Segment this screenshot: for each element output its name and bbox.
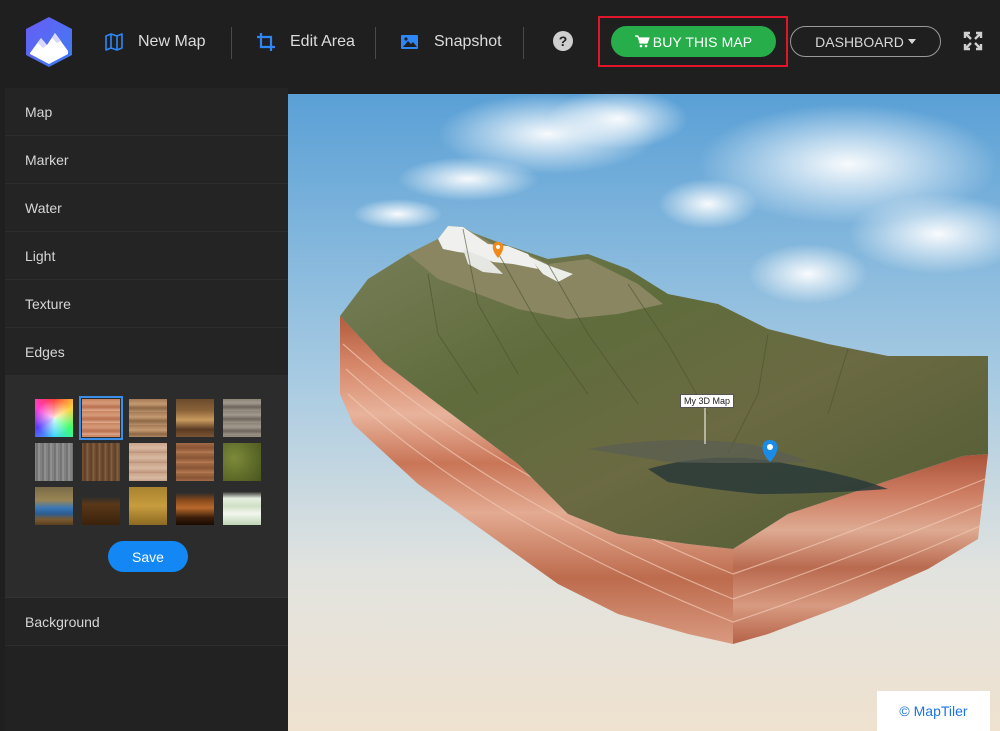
edge-swatch-bark-brown[interactable]	[82, 443, 120, 481]
edge-swatch-stone-gray[interactable]	[223, 399, 261, 437]
chevron-down-icon	[907, 39, 916, 44]
edge-swatch-clay-layered[interactable]	[79, 396, 123, 440]
edit-area-button[interactable]: Edit Area	[256, 28, 355, 56]
edge-swatch-rust-layered[interactable]	[176, 443, 214, 481]
edge-swatch-dark-soil[interactable]	[82, 487, 120, 525]
sidebar-item-label: Water	[25, 199, 62, 216]
sidebar-item-marker[interactable]: Marker	[5, 136, 288, 184]
expand-icon[interactable]	[963, 31, 983, 51]
edge-swatch-ocean-layered[interactable]	[35, 487, 73, 525]
sidebar-item-water[interactable]: Water	[5, 184, 288, 232]
edge-swatch-sandstone-light[interactable]	[129, 443, 167, 481]
map-icon	[104, 32, 124, 52]
sidebar-item-edges[interactable]: Edges	[5, 328, 288, 376]
sidebar-item-label: Edges	[25, 343, 65, 360]
snapshot-button[interactable]: Snapshot	[400, 28, 502, 56]
edge-swatch-rainbow[interactable]	[35, 399, 73, 437]
logo-icon[interactable]	[24, 16, 74, 68]
sidebar-item-label: Background	[25, 613, 100, 630]
edge-swatch-granite-gray[interactable]	[35, 443, 73, 481]
sidebar-item-texture[interactable]: Texture	[5, 280, 288, 328]
maptiler-attribution-link[interactable]: © MapTiler	[877, 691, 990, 731]
edge-swatch-ochre[interactable]	[129, 487, 167, 525]
question-circle-icon[interactable]: ?	[553, 31, 573, 51]
nav-divider	[375, 27, 376, 59]
sidebar-item-label: Light	[25, 247, 56, 264]
shopping-cart-icon	[634, 35, 650, 48]
edge-swatch-lava-layered[interactable]	[176, 487, 214, 525]
sidebar-item-label: Map	[25, 103, 53, 120]
save-button[interactable]: Save	[108, 541, 188, 572]
map-viewport[interactable]: My 3D Map © MapTiler	[288, 94, 1000, 731]
sidebar-item-label: Marker	[25, 151, 69, 168]
dashboard-dropdown[interactable]: DASHBOARD	[790, 26, 941, 57]
new-map-label: New Map	[138, 33, 206, 50]
dashboard-label: DASHBOARD	[815, 33, 904, 50]
top-bar: New Map Edit Area Snapshot ? BUY THIS MA…	[0, 0, 1000, 86]
edge-swatch-pale-green[interactable]	[223, 487, 261, 525]
edit-area-label: Edit Area	[290, 33, 355, 50]
edge-swatch-sand-layered[interactable]	[129, 399, 167, 437]
terrain-3d-render	[288, 94, 1000, 731]
sidebar-item-map[interactable]: Map	[5, 88, 288, 136]
edges-panel: Save	[5, 376, 288, 598]
crop-icon	[256, 32, 276, 52]
sidebar-item-background[interactable]: Background	[5, 598, 288, 646]
buy-this-map-label: BUY THIS MAP	[652, 33, 753, 50]
sidebar-item-label: Texture	[25, 295, 71, 312]
nav-divider	[231, 27, 232, 59]
nav-divider	[523, 27, 524, 59]
settings-sidebar: Map Marker Water Light Texture Edges Sav…	[5, 88, 288, 731]
edge-swatch-earth-dark[interactable]	[176, 399, 214, 437]
edge-swatch-moss-green[interactable]	[223, 443, 261, 481]
map-marker-label[interactable]: My 3D Map	[680, 394, 735, 408]
buy-this-map-button[interactable]: BUY THIS MAP	[611, 26, 776, 57]
sidebar-item-light[interactable]: Light	[5, 232, 288, 280]
image-icon	[400, 32, 420, 52]
snapshot-label: Snapshot	[434, 33, 502, 50]
new-map-button[interactable]: New Map	[104, 28, 206, 56]
